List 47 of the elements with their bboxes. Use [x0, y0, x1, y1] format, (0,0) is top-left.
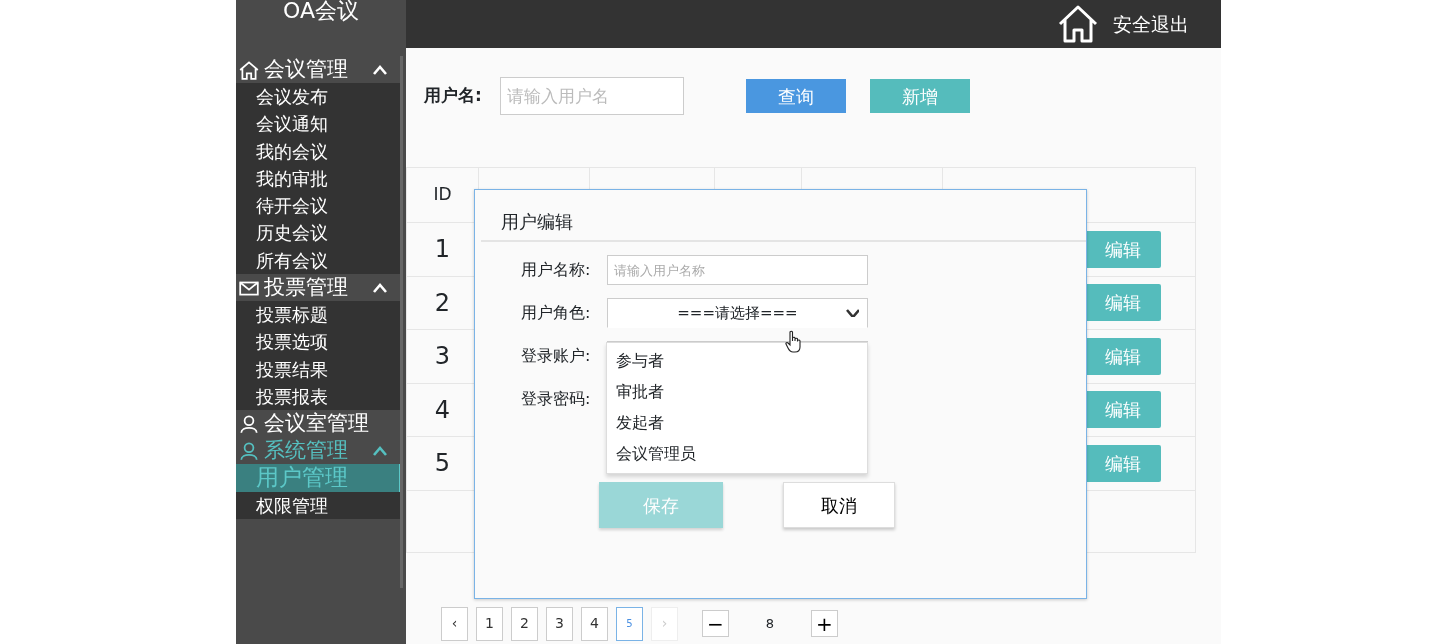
page-button[interactable]: 4	[581, 606, 608, 641]
decrement-button[interactable]: −	[702, 610, 729, 637]
home-icon[interactable]	[1057, 4, 1099, 44]
text-field[interactable]: 请输入用户名称	[607, 255, 868, 285]
id-cell: 1	[434, 235, 451, 264]
role-select[interactable]: ===请选择===	[607, 298, 868, 328]
sidebar-item[interactable]: 我的会议	[236, 137, 402, 165]
page-size-value: 8	[764, 614, 776, 633]
increment-button[interactable]: +	[811, 610, 838, 637]
page-button[interactable]: 1	[476, 606, 503, 641]
id-cell: 5	[434, 449, 451, 478]
dialog-title: 用户编辑	[500, 210, 574, 234]
field-label: 用户名称:	[521, 259, 592, 281]
sidebar-item[interactable]: 所有会议	[236, 246, 402, 275]
sidebar-item[interactable]: 会议发布	[236, 83, 402, 111]
person-icon	[238, 412, 260, 435]
username-field[interactable]: 请输入用户名	[499, 77, 684, 115]
app-title: OA会议	[282, 0, 360, 25]
sidebar-item[interactable]: 待开会议	[236, 192, 402, 220]
id-cell: 4	[434, 395, 451, 424]
id-cell: 3	[434, 342, 451, 371]
column-header: ID	[433, 184, 452, 205]
sidebar-item[interactable]: 权限管理	[236, 491, 402, 519]
previous-page-button[interactable]: ‹	[441, 606, 468, 641]
sidebar-item[interactable]: 投票标题	[236, 301, 402, 329]
logout-link[interactable]: 安全退出	[1113, 9, 1189, 39]
id-cell: 2	[434, 288, 451, 317]
dropdown-option[interactable]: 审批者	[607, 376, 867, 407]
chevron-down-icon	[845, 307, 859, 317]
sidebar-item[interactable]: 会议通知	[236, 110, 402, 138]
chevron-up-icon[interactable]	[372, 444, 388, 457]
field-label: 登录密码:	[521, 388, 592, 410]
dropdown-option[interactable]: 参与者	[607, 345, 867, 376]
cancel-button[interactable]: 取消	[783, 482, 895, 528]
person-icon	[238, 439, 260, 462]
page-button[interactable]: 2	[511, 606, 538, 641]
sidebar-item[interactable]: 投票结果	[236, 355, 402, 383]
field-label: 用户角色:	[521, 302, 592, 324]
sidebar-item[interactable]: 投票报表	[236, 382, 402, 411]
search-label: 用户名:	[424, 84, 482, 108]
sidebar-item[interactable]: 我的审批	[236, 164, 402, 193]
sidebar-item[interactable]: 投票选项	[236, 328, 402, 356]
field-label: 登录账户:	[521, 345, 592, 367]
dropdown-option[interactable]: 发起者	[607, 407, 867, 438]
sidebar-item[interactable]: 历史会议	[236, 219, 402, 247]
dropdown-option[interactable]: 会议管理员	[607, 438, 867, 469]
page-button[interactable]: 3	[546, 606, 573, 641]
